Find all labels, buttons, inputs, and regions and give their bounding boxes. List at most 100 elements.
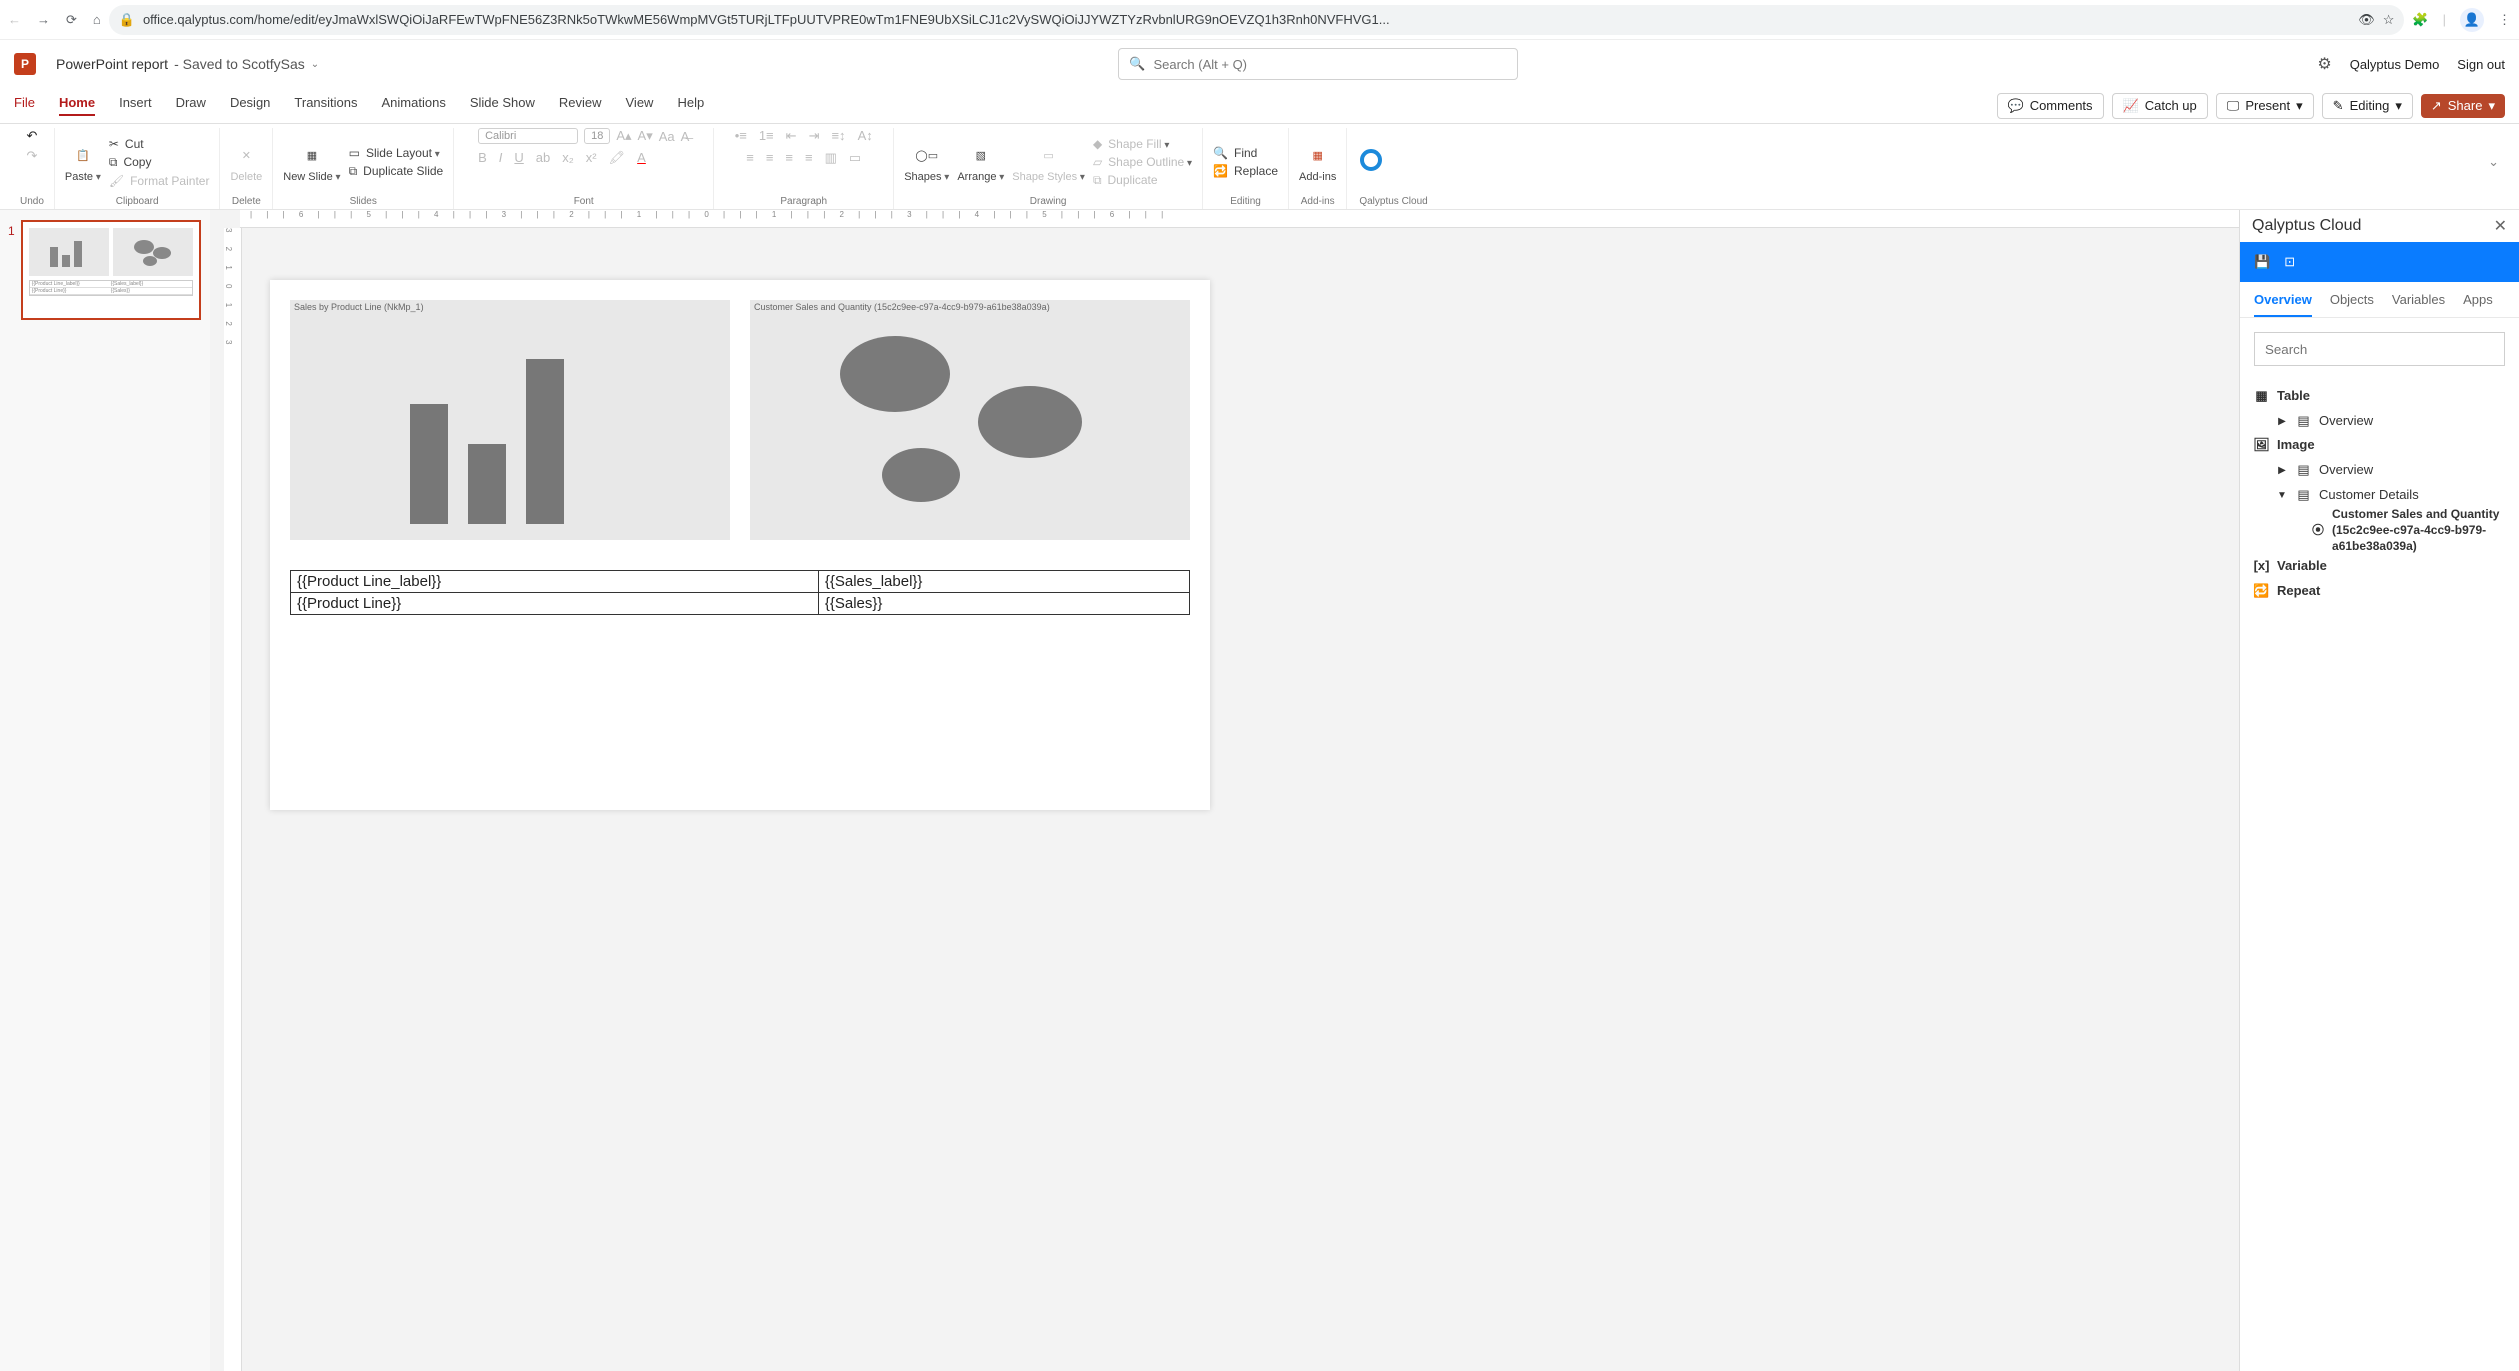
justify-button[interactable]: ≡	[805, 150, 813, 166]
italic-button[interactable]: I	[499, 150, 503, 166]
tree-node-overview-2[interactable]: ▶▤Overview	[2254, 458, 2505, 483]
search-input[interactable]: 🔍 Search (Alt + Q)	[1118, 48, 1518, 80]
change-case-icon[interactable]: Aa	[659, 129, 675, 144]
shape-styles-button[interactable]: ▭Shape Styles	[1012, 141, 1085, 183]
back-icon[interactable]: ←	[8, 12, 21, 27]
subscript-button[interactable]: x₂	[562, 150, 574, 166]
close-icon[interactable]: ✕	[2494, 216, 2507, 236]
chevron-down-icon[interactable]: ▾	[2296, 98, 2303, 114]
sign-out-link[interactable]: Sign out	[2457, 57, 2505, 72]
indent-inc-button[interactable]: ⇥	[809, 128, 820, 144]
settings-icon[interactable]: ⊡	[2284, 254, 2295, 270]
tab-transitions[interactable]: Transitions	[294, 95, 357, 116]
table-cell[interactable]: {{Sales}}	[818, 593, 1189, 615]
redo-button[interactable]: ↷	[27, 148, 38, 164]
tab-draw[interactable]: Draw	[176, 95, 206, 116]
present-button[interactable]: 🖵Present▾	[2216, 93, 2314, 119]
shape-fill-button[interactable]: ◆Shape Fill	[1093, 137, 1192, 151]
paste-button[interactable]: 📋 Paste	[65, 141, 101, 183]
delete-button[interactable]: ✕ Delete	[230, 141, 262, 183]
panel-tab-variables[interactable]: Variables	[2392, 292, 2445, 317]
strike-button[interactable]: ab	[536, 150, 550, 166]
caret-right-icon[interactable]: ▶	[2276, 461, 2288, 480]
qalyptus-ribbon-button[interactable]	[1357, 148, 1385, 176]
panel-search-input[interactable]	[2254, 332, 2505, 366]
tab-insert[interactable]: Insert	[119, 95, 152, 116]
star-icon[interactable]: ☆	[2383, 12, 2395, 28]
tree-node-image[interactable]: 🖼Image	[2254, 433, 2505, 458]
cut-button[interactable]: ✂Cut	[109, 137, 210, 151]
caret-down-icon[interactable]: ▼	[2276, 486, 2288, 505]
tab-slideshow[interactable]: Slide Show	[470, 95, 535, 116]
document-title[interactable]: PowerPoint report - Saved to ScotfySas ⌄	[56, 56, 319, 72]
tab-review[interactable]: Review	[559, 95, 602, 116]
table-cell[interactable]: {{Sales_label}}	[818, 571, 1189, 593]
reload-icon[interactable]: ⟳	[66, 12, 77, 28]
align-center-button[interactable]: ≡	[766, 150, 774, 166]
font-name-select[interactable]: Calibri	[478, 128, 578, 144]
new-slide-button[interactable]: ▦ New Slide	[283, 141, 340, 183]
forward-icon[interactable]: →	[37, 12, 50, 27]
powerpoint-icon[interactable]: P	[14, 53, 36, 75]
tab-view[interactable]: View	[626, 95, 654, 116]
text-dir-button[interactable]: A↕	[858, 128, 873, 144]
eye-off-icon[interactable]: 👁	[2358, 12, 2375, 28]
tab-home[interactable]: Home	[59, 95, 95, 116]
save-icon[interactable]: 💾	[2254, 254, 2270, 270]
panel-tab-overview[interactable]: Overview	[2254, 292, 2312, 317]
table-cell[interactable]: {{Product Line_label}}	[291, 571, 819, 593]
kebab-menu-icon[interactable]: ⋮	[2498, 12, 2511, 28]
slide-thumbnail-1[interactable]: {{Product Line_label}}{{Sales_label}} {{…	[21, 220, 201, 320]
shapes-button[interactable]: ◯▭Shapes	[904, 141, 949, 183]
find-button[interactable]: 🔍Find	[1213, 146, 1278, 160]
grow-font-icon[interactable]: A▴	[616, 128, 631, 144]
columns-button[interactable]: ▥	[825, 150, 837, 166]
addins-button[interactable]: ▦Add-ins	[1299, 141, 1336, 183]
bullets-button[interactable]: •≡	[735, 128, 747, 144]
duplicate-shape-button[interactable]: ⧉Duplicate	[1093, 173, 1192, 188]
tree-node-variable[interactable]: [x]Variable	[2254, 554, 2505, 579]
tenant-name[interactable]: Qalyptus Demo	[2350, 57, 2440, 72]
extensions-icon[interactable]: 🧩	[2412, 12, 2428, 28]
table-cell[interactable]: {{Product Line}}	[291, 593, 819, 615]
copy-button[interactable]: ⧉Copy	[109, 155, 210, 170]
caret-right-icon[interactable]: ▶	[2276, 412, 2288, 431]
template-table[interactable]: {{Product Line_label}} {{Sales_label}} {…	[290, 570, 1190, 615]
align-left-button[interactable]: ≡	[746, 150, 754, 166]
slide-layout-button[interactable]: ▭Slide Layout	[349, 146, 444, 160]
tab-file[interactable]: File	[14, 95, 35, 116]
site-info-icon[interactable]: 🔒	[119, 12, 135, 28]
clear-format-icon[interactable]: A̶	[681, 129, 690, 144]
align-right-button[interactable]: ≡	[785, 150, 793, 166]
tab-animations[interactable]: Animations	[382, 95, 446, 116]
arrange-button[interactable]: ▧Arrange	[957, 141, 1004, 183]
line-spacing-button[interactable]: ≡↕	[831, 128, 845, 144]
slide[interactable]: Sales by Product Line (NkMp_1) Customer …	[270, 280, 1210, 810]
smartart-button[interactable]: ▭	[849, 150, 861, 166]
format-painter-button[interactable]: 🖌Format Painter	[109, 174, 210, 188]
url-bar[interactable]: 🔒 office.qalyptus.com/home/edit/eyJmaWxl…	[109, 5, 2405, 35]
font-size-select[interactable]: 18	[584, 128, 610, 144]
undo-button[interactable]: ↶	[27, 128, 38, 144]
tree-node-customer-sales[interactable]: ⦿Customer Sales and Quantity (15c2c9ee-c…	[2254, 507, 2505, 554]
tree-node-overview-1[interactable]: ▶▤Overview	[2254, 409, 2505, 434]
home-icon[interactable]: ⌂	[93, 12, 101, 27]
tree-node-table[interactable]: ▦Table	[2254, 384, 2505, 409]
indent-dec-button[interactable]: ⇤	[786, 128, 797, 144]
comments-button[interactable]: 💬Comments	[1997, 93, 2104, 119]
chevron-down-icon[interactable]: ▾	[2488, 98, 2495, 114]
replace-button[interactable]: 🔁Replace	[1213, 164, 1278, 178]
panel-tab-objects[interactable]: Objects	[2330, 292, 2374, 317]
catchup-button[interactable]: 📈Catch up	[2112, 93, 2208, 119]
bubble-chart-placeholder[interactable]: Customer Sales and Quantity (15c2c9ee-c9…	[750, 300, 1190, 540]
slide-canvas-area[interactable]: | | | 6 | | | 5 | | | 4 | | | 3 | | | 2 …	[210, 210, 2239, 1371]
tree-node-repeat[interactable]: 🔁Repeat	[2254, 579, 2505, 604]
superscript-button[interactable]: x²	[586, 150, 597, 166]
numbering-button[interactable]: 1≡	[759, 128, 774, 144]
chevron-down-icon[interactable]: ⌄	[2488, 154, 2499, 170]
profile-avatar[interactable]: 👤	[2460, 8, 2484, 32]
bold-button[interactable]: B	[478, 150, 487, 166]
shape-outline-button[interactable]: ▱Shape Outline	[1093, 155, 1192, 169]
highlight-button[interactable]: 🖍	[609, 150, 626, 166]
tree-node-customer-details[interactable]: ▼▤Customer Details	[2254, 483, 2505, 508]
